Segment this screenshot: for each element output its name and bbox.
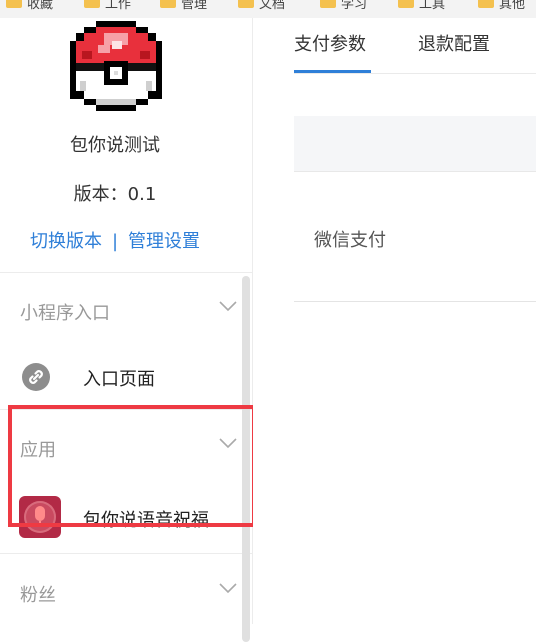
divider [0,272,252,273]
section-title-entry[interactable]: 小程序入口 [20,299,110,325]
link-icon [22,363,50,391]
folder-icon [398,0,414,8]
divider [0,553,252,554]
bookmark-item[interactable]: 收藏 [6,0,53,12]
app-name: 包你说测试 [70,135,160,156]
chevron-down-icon[interactable] [219,300,237,312]
tab-refund-config[interactable]: 退款配置 [418,30,490,56]
sidebar: 包你说测试 版本：0.1 切换版本 | 管理设置 小程序入口 入口页面 应用 包你说… [0,18,253,642]
folder-icon [320,0,336,8]
highlight-box [8,405,256,527]
bookmark-item[interactable]: 文档 [238,0,285,12]
bookmark-item[interactable]: 管理 [160,0,207,12]
bookmark-item[interactable]: 工具 [398,0,445,12]
version-label: 版本：0.1 [73,184,157,205]
row-divider [294,301,536,302]
version-links: 切换版本 | 管理设置 [0,227,230,253]
link-separator: | [111,231,119,252]
pokeball-logo [70,21,162,111]
folder-icon [160,0,176,8]
switch-version-link[interactable]: 切换版本 [30,231,102,252]
manage-settings-link[interactable]: 管理设置 [128,231,200,252]
bookmark-item[interactable]: 工作 [84,0,131,12]
table-header [294,116,536,172]
bookmarks-bar: 收藏 工作 管理 文档 学习 工具 其他 [0,0,536,19]
folder-icon [6,0,22,8]
sidebar-item-entry-page[interactable]: 入口页面 [83,365,155,391]
tabs-border [294,73,536,74]
folder-icon [478,0,494,8]
folder-icon [238,0,254,8]
main-panel: 支付参数 退款配置 微信支付 [253,18,536,624]
active-tab-indicator [294,70,371,73]
bookmark-item[interactable]: 其他 [478,0,525,12]
folder-icon [84,0,100,8]
bookmark-item[interactable]: 学习 [320,0,367,12]
section-title-fans[interactable]: 粉丝 [20,581,56,607]
chevron-down-icon[interactable] [219,582,237,594]
tab-payment-params[interactable]: 支付参数 [294,30,366,56]
wechat-pay-label: 微信支付 [314,230,386,251]
